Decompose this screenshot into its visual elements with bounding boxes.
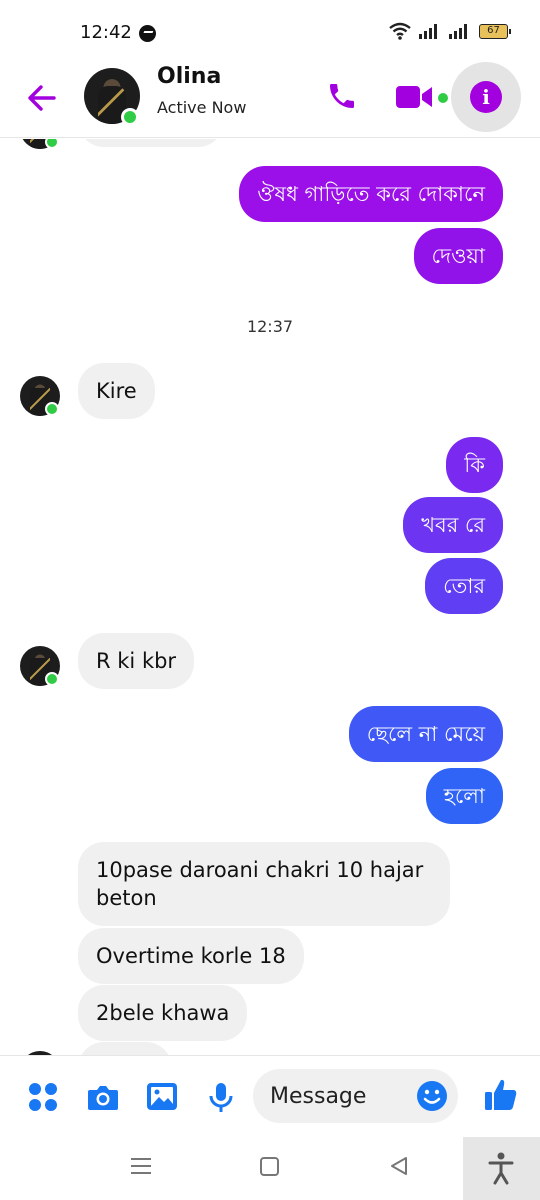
system-back-button[interactable] (389, 1156, 409, 1176)
message-composer (0, 1055, 540, 1137)
online-indicator (121, 108, 139, 126)
emoji-button[interactable] (416, 1080, 448, 1112)
menu-lines-icon (131, 1158, 151, 1174)
status-indicators: 67 (389, 22, 511, 40)
battery-indicator: 67 (479, 23, 511, 39)
partial-incoming-bubble[interactable] (78, 1042, 172, 1055)
message-line: beton (96, 886, 157, 910)
info-button[interactable]: i (451, 62, 521, 132)
status-bar: 12:42 67 (0, 0, 540, 62)
voice-message-button[interactable] (204, 1080, 238, 1114)
outgoing-message[interactable]: কি (446, 437, 503, 493)
outgoing-message[interactable]: দেওয়া (413, 228, 503, 284)
online-dot (45, 139, 59, 149)
wifi-icon (389, 22, 411, 40)
thumbs-up-icon (485, 1079, 517, 1110)
online-dot (45, 672, 59, 686)
online-dot (45, 402, 59, 416)
outgoing-message[interactable]: ঔষধ গাড়িতে করে দোকানে (239, 166, 503, 222)
phone-icon (330, 84, 354, 108)
like-button[interactable] (483, 1077, 519, 1113)
chat-header: Olina Active Now i (0, 62, 540, 138)
partial-incoming-bubble[interactable] (78, 139, 224, 147)
message-line: 10pase daroani chakri 10 hajar (96, 858, 424, 882)
recent-apps-button[interactable] (131, 1157, 151, 1175)
incoming-message[interactable]: 2bele khawa (78, 985, 248, 1041)
video-online-dot (438, 93, 448, 103)
outgoing-message[interactable]: ছেলে না মেয়ে (348, 706, 503, 762)
incoming-message[interactable]: 10pase daroani chakri 10 hajar beton (78, 842, 450, 926)
gallery-button[interactable] (145, 1080, 179, 1114)
video-camera-icon (396, 86, 432, 108)
system-navigation-bar (0, 1137, 540, 1200)
info-icon: i (470, 81, 502, 113)
accessibility-button[interactable] (463, 1137, 540, 1200)
contact-name[interactable]: Olina (157, 64, 221, 89)
outgoing-message[interactable]: খবর রে (403, 497, 503, 553)
camera-button[interactable] (86, 1080, 120, 1114)
incoming-message[interactable]: Overtime korle 18 (78, 928, 304, 984)
outgoing-message[interactable]: হলো (425, 768, 503, 824)
message-thread[interactable]: ঔষধ গাড়িতে করে দোকানে দেওয়া 12:37 Kire… (0, 139, 540, 1055)
message-timestamp: 12:37 (246, 317, 294, 336)
camera-icon (88, 1086, 118, 1110)
back-arrow-icon (28, 85, 56, 111)
status-time: 12:42 (80, 22, 132, 43)
video-call-button[interactable] (396, 82, 434, 112)
microphone-icon (209, 1083, 233, 1112)
messenger-notification-icon (139, 25, 156, 42)
signal-icon (419, 23, 441, 39)
smiley-icon (417, 1081, 447, 1111)
outgoing-message[interactable]: তোর (425, 558, 503, 614)
accessibility-icon (488, 1152, 514, 1185)
incoming-message[interactable]: R ki kbr (78, 633, 195, 689)
home-button[interactable] (260, 1157, 279, 1176)
more-actions-button[interactable] (26, 1080, 60, 1114)
voice-call-button[interactable] (326, 80, 358, 112)
four-dots-icon (29, 1083, 57, 1111)
signal-icon-2 (449, 23, 471, 39)
back-button[interactable] (24, 80, 60, 116)
contact-status: Active Now (157, 98, 247, 117)
triangle-back-icon (391, 1157, 407, 1175)
incoming-message[interactable]: Kire (78, 363, 155, 419)
image-icon (147, 1083, 177, 1110)
